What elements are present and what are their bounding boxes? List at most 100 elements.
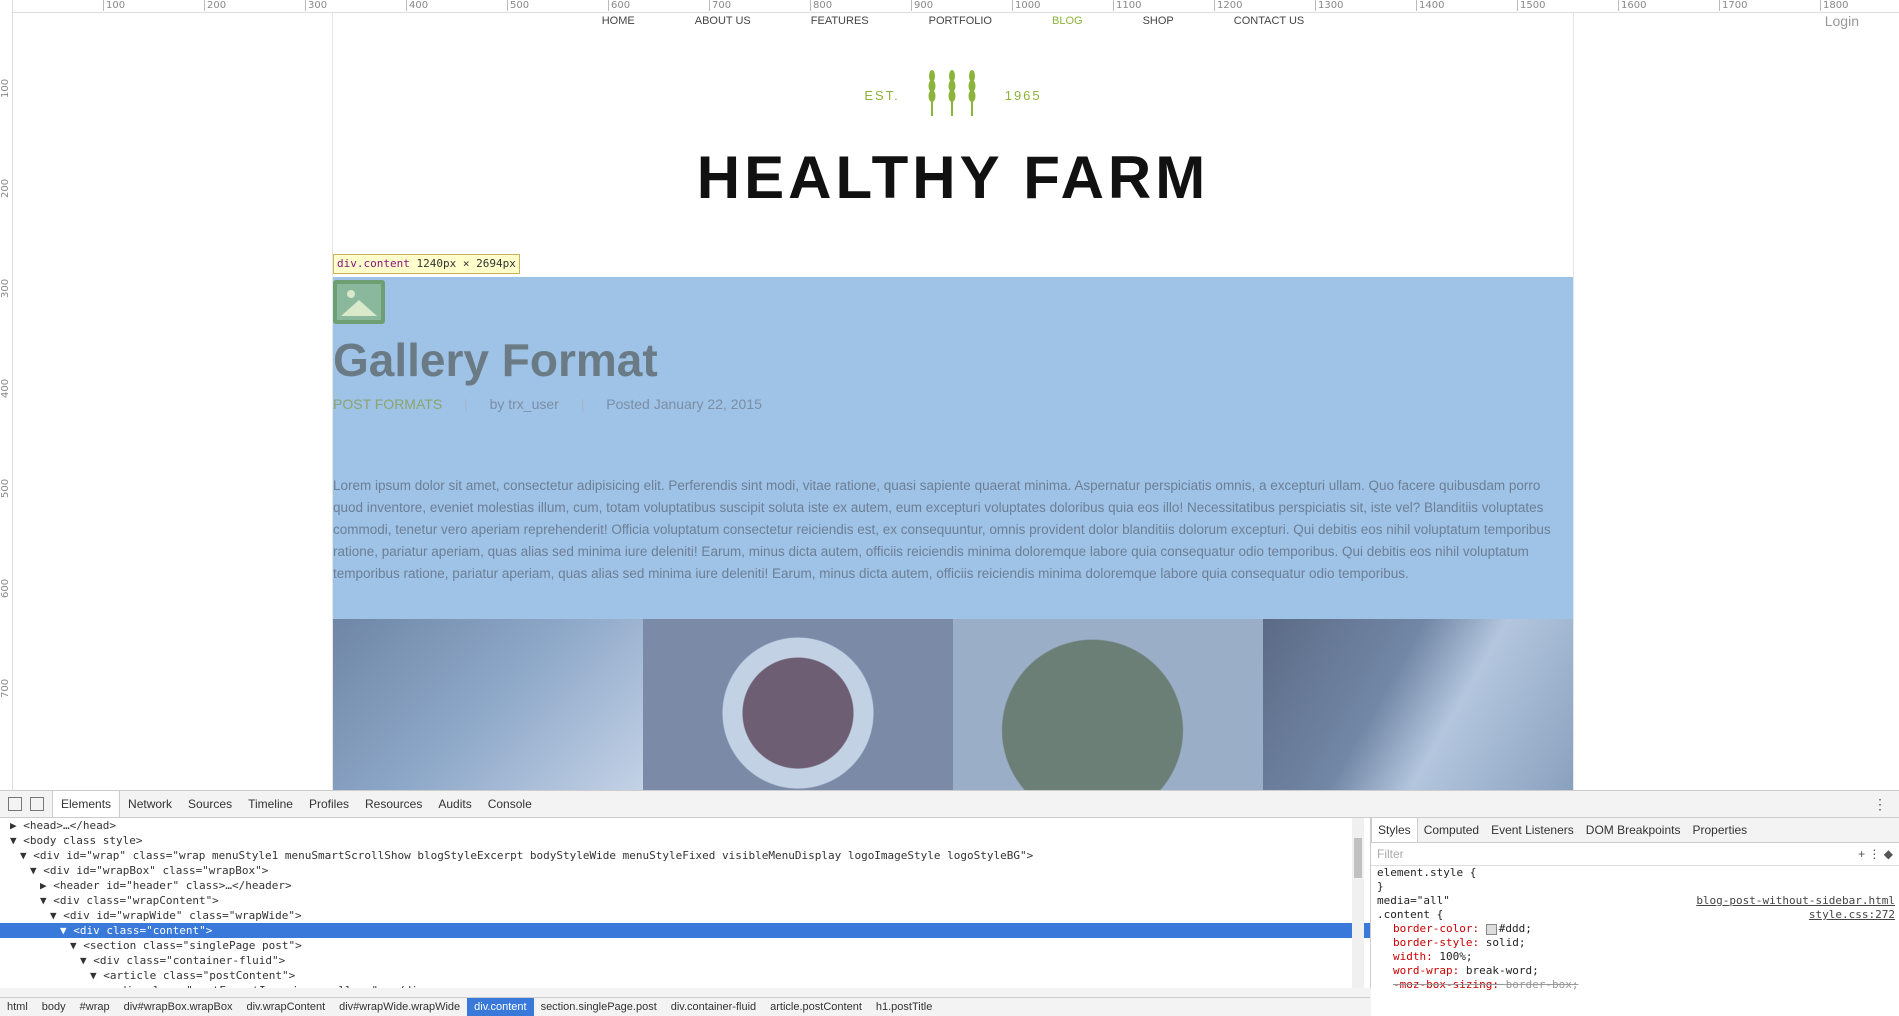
devtools-tab-elements[interactable]: Elements bbox=[52, 791, 121, 817]
css-rule-line[interactable]: media="all" blog-post-without-sidebar.htm… bbox=[1371, 894, 1899, 908]
gallery-image-salad[interactable] bbox=[953, 619, 1263, 790]
gallery-format-icon bbox=[333, 280, 385, 324]
dom-scrollbar[interactable] bbox=[1352, 818, 1364, 988]
ruler-tick: 300 bbox=[0, 278, 11, 298]
devtools-tab-sources[interactable]: Sources bbox=[180, 791, 240, 817]
styles-tabs: Styles Computed Event Listeners DOM Breakpo… bbox=[1371, 818, 1899, 843]
nav-item-portfolio[interactable]: PORTFOLIO bbox=[929, 13, 992, 41]
css-source-link[interactable]: style.css:272 bbox=[1809, 908, 1895, 922]
wheat-icon bbox=[922, 68, 982, 123]
dom-node[interactable]: ▼ <body class style> bbox=[0, 833, 1370, 848]
dom-node[interactable]: ▶ <header id="header" class>…</header> bbox=[0, 878, 1370, 893]
post-gallery bbox=[333, 619, 1573, 790]
ruler-tick: 500 bbox=[0, 478, 11, 498]
dom-node[interactable]: ▼ <div class="container-fluid"> bbox=[0, 953, 1370, 968]
nav-item-features[interactable]: FEATURES bbox=[811, 13, 869, 41]
ruler-tick: 600 bbox=[607, 0, 631, 11]
devtools-tab-network[interactable]: Network bbox=[120, 791, 180, 817]
page-viewport: HOME ABOUT US FEATURES PORTFOLIO BLOG SHOP CON… bbox=[13, 13, 1899, 790]
gallery-image-vegetables[interactable] bbox=[1263, 619, 1573, 790]
dom-node[interactable]: ▶ <div class="postFormatIcon icon-galler… bbox=[0, 983, 1370, 988]
devtools-panel: Elements Network Sources Timeline Profiles Re… bbox=[0, 790, 1899, 1016]
styles-actions-icon[interactable]: + ⋮ ◆ bbox=[1858, 843, 1893, 865]
css-rule-line[interactable]: border-color: #ddd; bbox=[1371, 922, 1899, 936]
nav-item-contact-us[interactable]: CONTACT US bbox=[1234, 13, 1305, 41]
ruler-tick: 200 bbox=[0, 178, 11, 198]
dom-node[interactable]: ▼ <section class="singlePage post"> bbox=[0, 938, 1370, 953]
post-author[interactable]: by trx_user bbox=[490, 396, 559, 412]
styles-tab-properties[interactable]: Properties bbox=[1686, 818, 1753, 842]
styles-tab-event-listeners[interactable]: Event Listeners bbox=[1485, 818, 1580, 842]
styles-tab-styles[interactable]: Styles bbox=[1371, 818, 1418, 842]
device-mode-icon[interactable] bbox=[30, 797, 44, 811]
post-category[interactable]: POST FORMATS bbox=[333, 396, 442, 412]
ruler-tick: 1200 bbox=[1213, 0, 1243, 11]
dom-node[interactable]: ▼ <div id="wrap" class="wrap menuStyle1 … bbox=[0, 848, 1370, 863]
ruler-tick: 400 bbox=[405, 0, 429, 11]
devtools-toolbar: Elements Network Sources Timeline Profiles Re… bbox=[0, 791, 1899, 818]
ruler-tick: 1700 bbox=[1718, 0, 1748, 11]
styles-tab-computed[interactable]: Computed bbox=[1418, 818, 1485, 842]
ruler-tick: 600 bbox=[0, 578, 11, 598]
ruler-tick: 1100 bbox=[1112, 0, 1142, 11]
ruler-tick: 900 bbox=[910, 0, 934, 11]
breadcrumb-item[interactable]: div#wrapWide.wrapWide bbox=[332, 998, 467, 1016]
breadcrumb-item[interactable]: div.wrapContent bbox=[239, 998, 332, 1016]
dom-breadcrumbs: html body #wrap div#wrapBox.wrapBox div.wrap… bbox=[0, 997, 1370, 1016]
devtools-tab-console[interactable]: Console bbox=[480, 791, 540, 817]
breadcrumb-item[interactable]: div#wrapBox.wrapBox bbox=[117, 998, 240, 1016]
nav-item-blog[interactable]: BLOG bbox=[1052, 13, 1083, 41]
breadcrumb-item[interactable]: #wrap bbox=[73, 998, 117, 1016]
dom-node[interactable]: ▼ <div id="wrapBox" class="wrapBox"> bbox=[0, 863, 1370, 878]
styles-filter[interactable]: Filter + ⋮ ◆ bbox=[1371, 843, 1899, 866]
breadcrumb-item[interactable]: div.content bbox=[467, 998, 534, 1016]
devtools-tab-resources[interactable]: Resources bbox=[357, 791, 430, 817]
ruler-tick: 500 bbox=[506, 0, 530, 11]
css-rule-line[interactable]: .content {style.css:272 bbox=[1371, 908, 1899, 922]
breadcrumb-item[interactable]: section.singlePage.post bbox=[534, 998, 664, 1016]
css-rule-line[interactable]: word-wrap: break-word; bbox=[1371, 964, 1899, 978]
breadcrumb-item[interactable]: h1.postTitle bbox=[869, 998, 939, 1016]
dom-node[interactable]: ▼ <article class="postContent"> bbox=[0, 968, 1370, 983]
login-link[interactable]: Login bbox=[1825, 13, 1859, 29]
gallery-image-chili[interactable] bbox=[643, 619, 953, 790]
ruler-tick: 300 bbox=[304, 0, 328, 11]
breadcrumb-item[interactable]: body bbox=[35, 998, 73, 1016]
tooltip-size: 1240px × 2694px bbox=[416, 257, 516, 270]
vertical-ruler: 100 200 300 400 500 600 700 bbox=[0, 0, 13, 790]
inspect-tooltip: div.content 1240px × 2694px bbox=[333, 254, 520, 274]
post-meta: POST FORMATS | by trx_user | Posted Janu… bbox=[333, 396, 762, 412]
inspect-element-icon[interactable] bbox=[8, 797, 22, 811]
page-container: HOME ABOUT US FEATURES PORTFOLIO BLOG SHOP CON… bbox=[332, 13, 1574, 790]
site-title[interactable]: HEALTHY FARM bbox=[333, 143, 1573, 212]
nav-item-about-us[interactable]: ABOUT US bbox=[695, 13, 751, 41]
dom-node[interactable]: ▼ <div class="wrapContent"> bbox=[0, 893, 1370, 908]
styles-tab-dom-breakpoints[interactable]: DOM Breakpoints bbox=[1580, 818, 1687, 842]
breadcrumb-item[interactable]: article.postContent bbox=[763, 998, 869, 1016]
ruler-tick: 700 bbox=[0, 678, 11, 698]
css-rule-line[interactable]: -moz-box-sizing: border-box; bbox=[1371, 978, 1899, 992]
breadcrumb-item[interactable]: div.container-fluid bbox=[664, 998, 763, 1016]
css-rule-line[interactable]: border-style: solid; bbox=[1371, 936, 1899, 950]
dom-node[interactable]: ▼ <div class="content"> bbox=[0, 923, 1370, 938]
ruler-tick: 1800 bbox=[1819, 0, 1849, 11]
devtools-tab-profiles[interactable]: Profiles bbox=[301, 791, 357, 817]
devtools-menu-icon[interactable]: ⋮ bbox=[1873, 796, 1887, 813]
dom-tree: ▶ <head>…</head> ▼ <body class style> ▼ <d… bbox=[0, 818, 1371, 988]
dom-node[interactable]: ▶ <head>…</head> bbox=[0, 818, 1370, 833]
nav-item-shop[interactable]: SHOP bbox=[1143, 13, 1174, 41]
nav-item-home[interactable]: HOME bbox=[602, 13, 635, 41]
gallery-image-chef[interactable] bbox=[333, 619, 643, 790]
css-source-link[interactable]: blog-post-without-sidebar.html bbox=[1696, 894, 1895, 908]
ruler-tick: 1400 bbox=[1415, 0, 1445, 11]
css-rule-line[interactable]: width: 100%; bbox=[1371, 950, 1899, 964]
ruler-tick: 100 bbox=[0, 78, 11, 98]
css-rule-line[interactable]: element.style { bbox=[1371, 866, 1899, 880]
devtools-tab-audits[interactable]: Audits bbox=[430, 791, 479, 817]
ruler-tick: 100 bbox=[102, 0, 126, 11]
dom-node[interactable]: ▼ <div id="wrapWide" class="wrapWide"> bbox=[0, 908, 1370, 923]
post-body: Lorem ipsum dolor sit amet, consectetur … bbox=[333, 478, 1551, 581]
css-rule-line[interactable]: } bbox=[1371, 880, 1899, 894]
devtools-tab-timeline[interactable]: Timeline bbox=[240, 791, 301, 817]
breadcrumb-item[interactable]: html bbox=[0, 998, 35, 1016]
